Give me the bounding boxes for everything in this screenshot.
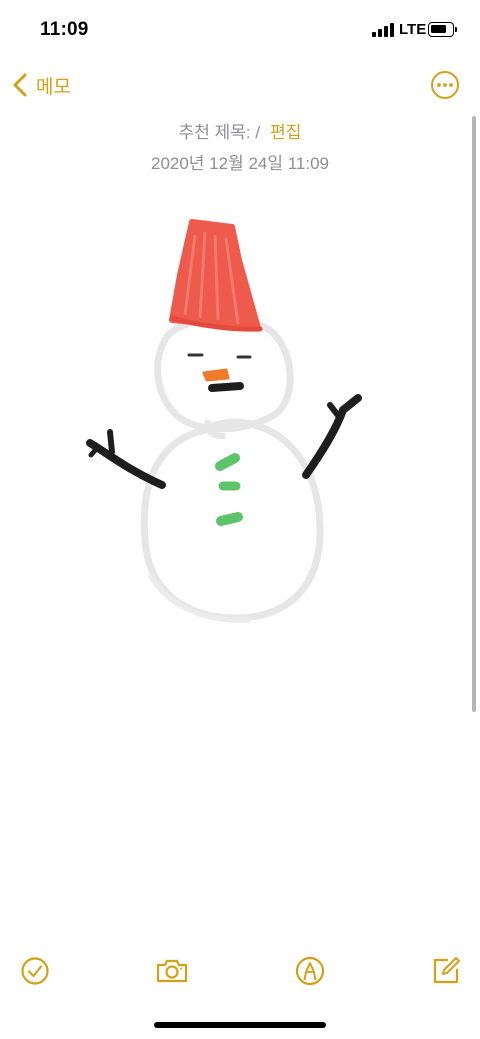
compose-icon[interactable] [428, 953, 464, 989]
ellipsis-circle-icon[interactable] [430, 70, 460, 100]
suggested-title-row: 추천 제목: / 편집 [0, 118, 480, 143]
back-button[interactable]: 메모 [8, 68, 71, 102]
camera-icon[interactable] [154, 953, 190, 989]
suggested-title: 추천 제목: / [178, 123, 261, 142]
chevron-left-icon [13, 73, 27, 97]
network-type: LTE [399, 21, 427, 38]
status-time: 11:09 [40, 19, 89, 40]
home-indicator[interactable] [154, 1022, 326, 1028]
snowman-drawing[interactable] [60, 200, 400, 640]
note-date: 2020년 12월 24일 11:09 [150, 154, 329, 173]
markup-pen-icon[interactable] [292, 953, 328, 989]
back-label: 메모 [36, 76, 71, 98]
checklist-icon[interactable] [17, 953, 53, 989]
status-bar: 11:09 LTE [0, 0, 480, 60]
cellular-signal-icon [372, 23, 394, 37]
battery-tip [455, 27, 457, 32]
scrollbar[interactable] [472, 116, 476, 712]
battery-icon [428, 22, 454, 37]
edit-title-button[interactable]: 편집 [270, 123, 301, 142]
